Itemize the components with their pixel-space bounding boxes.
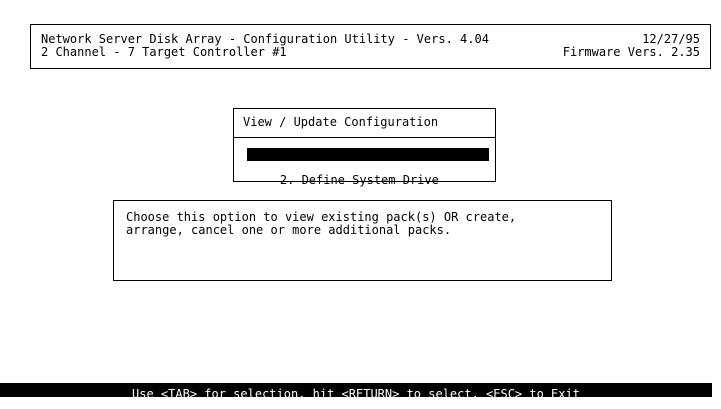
configuration-menu: View / Update Configuration 1. Define Pa…: [233, 108, 496, 187]
controller-info: 2 Channel - 7 Target Controller #1: [41, 45, 287, 59]
menu-item-label: 2. Define System Drive: [279, 173, 439, 187]
menu-item-define-system-drive[interactable]: 2. Define System Drive: [247, 161, 439, 187]
description-line: arrange, cancel one or more additional p…: [126, 223, 452, 237]
menu-item-define-pack[interactable]: 1. Define Pack: [247, 148, 489, 174]
header-panel: Network Server Disk Array - Configuratio…: [30, 24, 711, 69]
description-panel: Choose this option to view existing pack…: [113, 200, 612, 281]
menu-divider: [234, 137, 495, 138]
status-bar: Use <TAB> for selection, hit <RETURN> to…: [0, 383, 712, 401]
status-help-text: Use <TAB> for selection, hit <RETURN> to…: [132, 387, 580, 401]
firmware-version: Firmware Vers. 2.35: [562, 45, 700, 59]
menu-title: View / Update Configuration: [243, 115, 439, 129]
